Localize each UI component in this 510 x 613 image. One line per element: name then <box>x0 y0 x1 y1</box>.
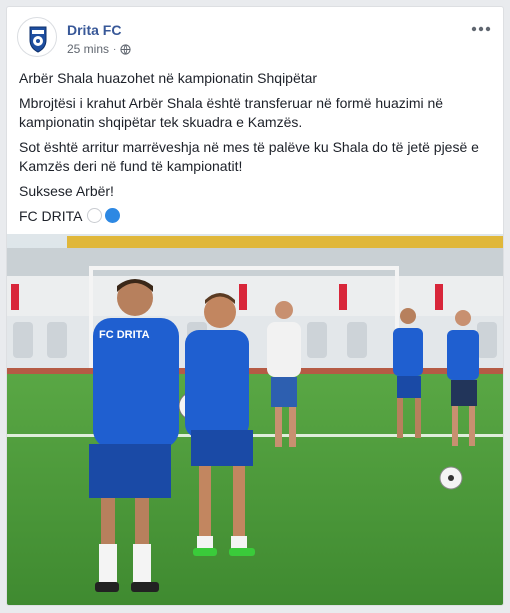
post-photo[interactable]: FC DRITA <box>7 234 503 605</box>
post-signoff: FC DRITA <box>19 207 491 226</box>
post-paragraph: Mbrojtësi i krahut Arbër Shala është tra… <box>19 95 444 130</box>
post-text: Arbër Shala huazohet në kampionatin Shqi… <box>19 69 491 232</box>
post-paragraph: Sot është arritur marrëveshja në mes të … <box>19 139 479 174</box>
post-meta: 25 mins · <box>67 42 132 56</box>
more-options-icon[interactable] <box>469 21 493 37</box>
white-circle-emoji <box>86 208 102 223</box>
post-headline: Arbër Shala huazohet në kampionatin Shqi… <box>19 70 318 86</box>
page-name-link[interactable]: Drita FC <box>67 22 121 38</box>
avatar[interactable] <box>17 17 57 57</box>
globe-icon[interactable] <box>120 43 132 55</box>
timestamp[interactable]: 25 mins <box>67 42 109 56</box>
signoff-text: FC DRITA <box>19 208 83 224</box>
post-paragraph: Suksese Arbër! <box>19 183 114 199</box>
blue-circle-emoji <box>104 208 120 223</box>
training-photo: FC DRITA <box>7 234 503 605</box>
meta-separator: · <box>113 43 117 55</box>
post-header: Drita FC 25 mins · <box>17 17 493 61</box>
jersey-text: FC DRITA <box>99 329 150 341</box>
club-crest-icon <box>29 26 47 53</box>
post-card: Drita FC 25 mins · Arbër Shala huazohet … <box>6 6 504 606</box>
